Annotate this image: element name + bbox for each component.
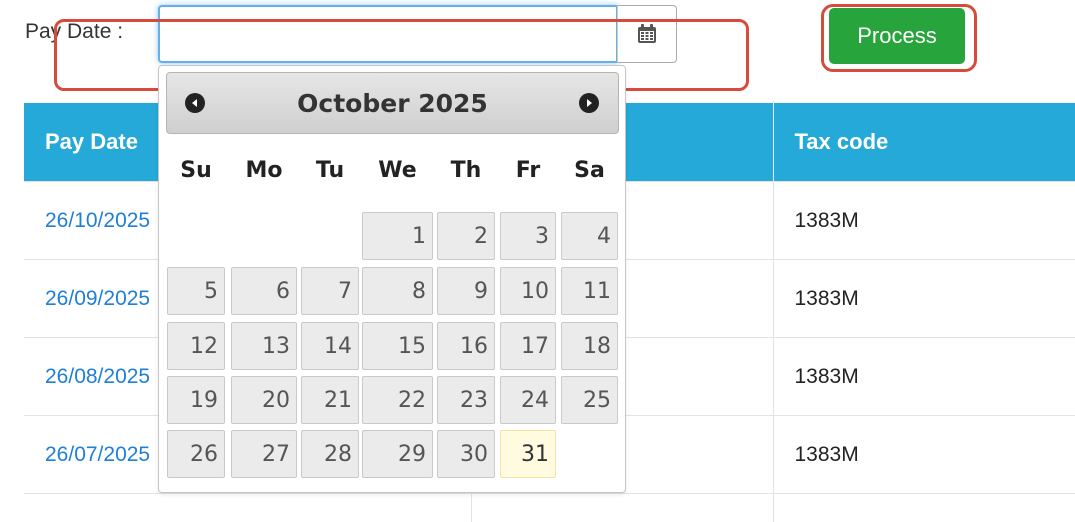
tax-code-cell: 1383M — [773, 259, 1075, 338]
day-cell[interactable]: 11 — [561, 267, 618, 315]
pay-date-link[interactable]: 26/08/2025 — [45, 365, 150, 388]
day-cell[interactable]: 18 — [561, 322, 618, 370]
day-cell[interactable]: 3 — [500, 212, 556, 260]
day-cell[interactable]: 27 — [231, 430, 297, 478]
next-month-button[interactable] — [579, 93, 599, 113]
day-cell[interactable]: 22 — [362, 376, 433, 424]
header-tax-code[interactable]: Tax code — [773, 103, 1075, 182]
day-cell[interactable]: 10 — [500, 267, 556, 315]
tax-code-cell: 1383M — [773, 415, 1075, 494]
circle-arrow-right-icon — [587, 99, 592, 107]
day-cell[interactable]: 29 — [362, 430, 433, 478]
pay-date-link[interactable]: 26/10/2025 — [45, 209, 150, 232]
day-cell[interactable]: 16 — [437, 322, 495, 370]
day-cell[interactable]: 6 — [231, 267, 297, 315]
day-cell[interactable]: 15 — [362, 322, 433, 370]
day-cell[interactable]: 1 — [362, 212, 433, 260]
day-cell[interactable]: 21 — [301, 376, 359, 424]
day-cell[interactable]: 14 — [301, 322, 359, 370]
day-cell[interactable]: 24 — [500, 376, 556, 424]
weekday-label: Tu — [315, 158, 345, 183]
weekday-label: Mo — [245, 158, 283, 183]
table-cell — [24, 493, 472, 522]
day-cell[interactable]: 28 — [301, 430, 359, 478]
weekday-label: Fr — [515, 158, 541, 183]
day-cell[interactable]: 17 — [500, 322, 556, 370]
table-row — [24, 493, 1075, 522]
weekday-label: Th — [450, 158, 482, 183]
day-cell[interactable]: 20 — [231, 376, 297, 424]
tax-code-cell: 1383M — [773, 181, 1075, 260]
pay-date-link[interactable]: 26/09/2025 — [45, 287, 150, 310]
day-cell[interactable]: 30 — [437, 430, 495, 478]
process-highlight-box — [821, 4, 977, 72]
day-cell[interactable]: 23 — [437, 376, 495, 424]
day-cell[interactable]: 2 — [437, 212, 495, 260]
weekday-label: Sa — [574, 158, 605, 183]
day-cell[interactable]: 9 — [437, 267, 495, 315]
day-cell[interactable]: 26 — [167, 430, 225, 478]
pay-date-link[interactable]: 26/07/2025 — [45, 443, 150, 466]
datepicker-popup: October 2025 Su Mo Tu We Th Fr Sa 1 2 3 4 5 6 7 8 9 10 11… — [158, 65, 626, 493]
day-cell[interactable]: 8 — [362, 267, 433, 315]
table-cell — [773, 493, 1075, 522]
datepicker-header: October 2025 — [166, 72, 619, 134]
day-cell[interactable]: 19 — [167, 376, 225, 424]
day-cell-today[interactable]: 31 — [500, 430, 556, 478]
day-cell[interactable]: 4 — [561, 212, 618, 260]
day-cell[interactable]: 7 — [301, 267, 359, 315]
day-cell[interactable]: 12 — [167, 322, 225, 370]
day-cell[interactable]: 5 — [167, 267, 225, 315]
weekday-label: We — [378, 158, 417, 183]
day-cell[interactable]: 25 — [561, 376, 618, 424]
datepicker-title: October 2025 — [297, 89, 488, 118]
table-cell — [471, 493, 774, 522]
day-cell[interactable]: 13 — [231, 322, 297, 370]
weekday-label: Su — [180, 158, 212, 183]
tax-code-cell: 1383M — [773, 337, 1075, 416]
